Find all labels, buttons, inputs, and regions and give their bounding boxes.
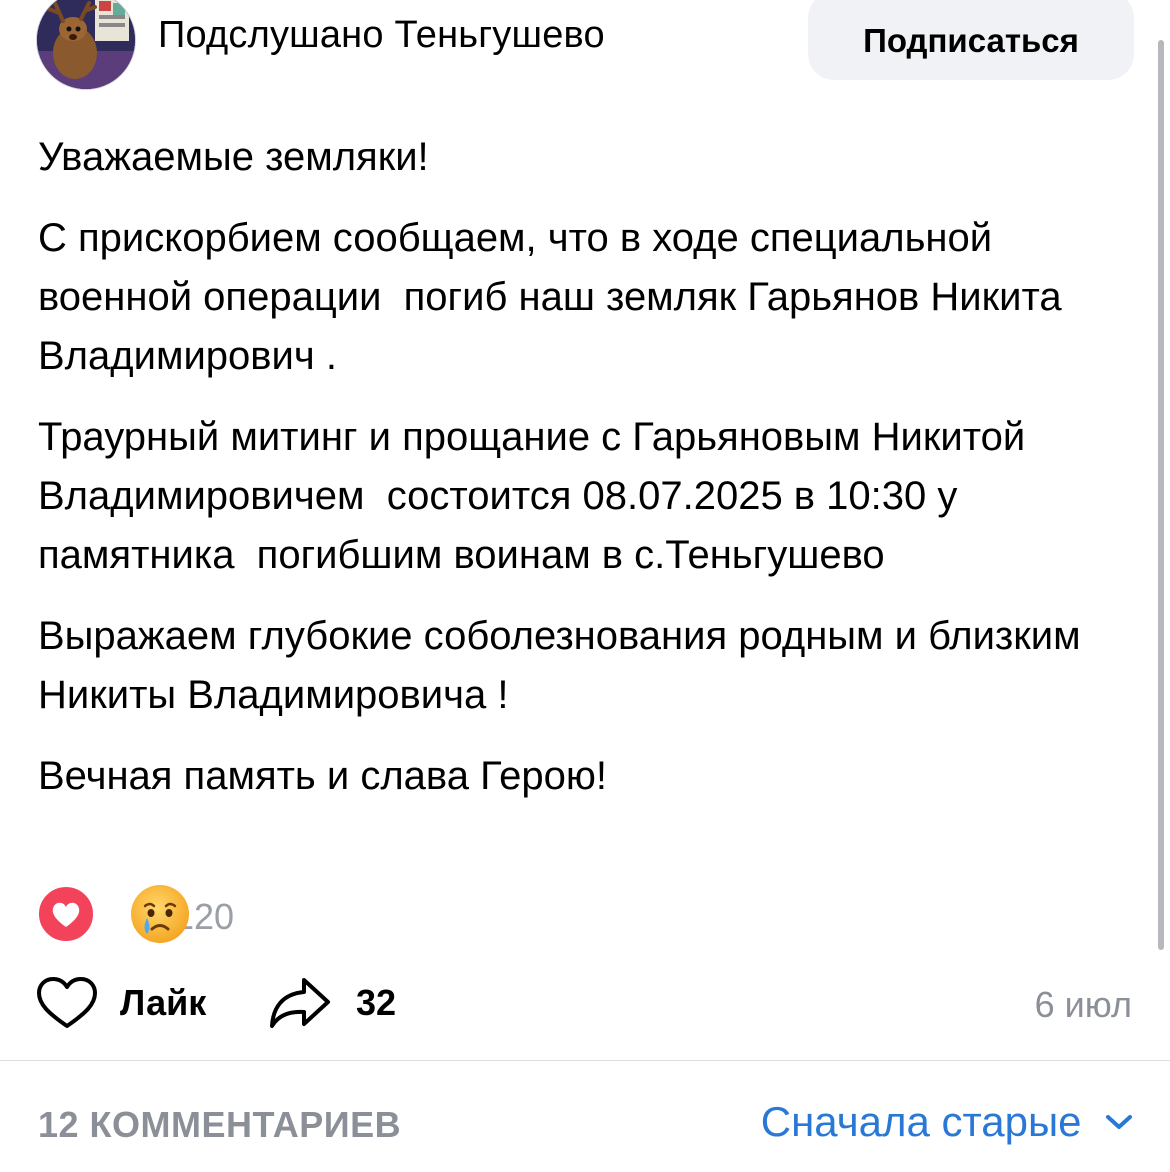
post-paragraph: Выражаем глубокие соболезнования родным …	[38, 614, 1103, 717]
comments-sort-button[interactable]: Сначала старые	[761, 1098, 1134, 1158]
chevron-down-icon	[1106, 1115, 1132, 1129]
avatar-image	[37, 0, 135, 89]
post-actions: Лайк 32 6 июл	[0, 968, 1170, 1038]
share-icon	[270, 978, 330, 1028]
heart-outline-icon	[37, 977, 97, 1028]
group-name[interactable]: Подслушано Теньгушево	[158, 14, 605, 57]
crying-face-icon	[130, 884, 190, 944]
reactions-summary[interactable]: 120	[36, 884, 336, 948]
post-paragraph: Вечная память и слава Герою!	[38, 754, 607, 798]
heart-icon	[36, 884, 96, 944]
subscribe-button[interactable]: Подписаться	[808, 0, 1134, 80]
scrollbar[interactable]	[1158, 40, 1164, 950]
sort-label: Сначала старые	[760, 1098, 1082, 1145]
post-header: Подслушано Теньгушево Подписаться	[0, 0, 1170, 100]
post-paragraph: Траурный митинг и прощание с Гарьяновым …	[38, 415, 1037, 577]
post-paragraph: Уважаемые земляки!	[38, 135, 429, 179]
post-date[interactable]: 6 июл	[1035, 984, 1132, 1026]
comments-count: 12 КОММЕНТАРИЕВ	[38, 1104, 402, 1145]
share-count: 32	[356, 982, 397, 1023]
post-text: Уважаемые земляки! С прискорбием сообщае…	[38, 128, 1138, 828]
post-paragraph: С прискорбием сообщаем, что в ходе специ…	[38, 216, 1073, 378]
divider	[0, 1060, 1170, 1061]
group-avatar[interactable]	[36, 0, 136, 90]
like-label: Лайк	[120, 982, 207, 1023]
